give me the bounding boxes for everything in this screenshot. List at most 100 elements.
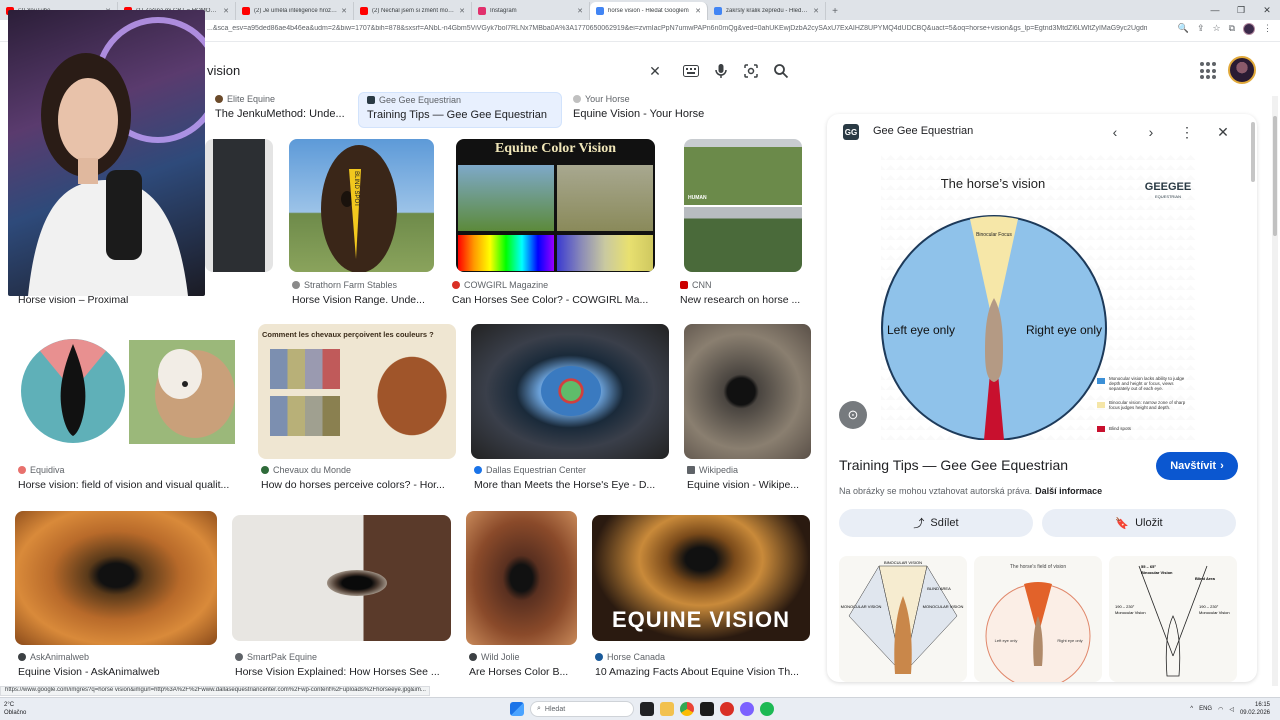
maximize-icon[interactable]: ❐	[1228, 0, 1254, 20]
tab-title: (2) Nechal jsem si změřit mozek...	[372, 8, 456, 14]
result-caption[interactable]: AskAnimalweb Equine Vision - AskAnimalweb	[18, 652, 218, 678]
result-caption[interactable]: SmartPak Equine Horse Vision Explained: H…	[235, 652, 450, 678]
result-caption[interactable]: Wild Jolie Are Horses Color B...	[469, 652, 579, 678]
horse-color-grid	[270, 396, 340, 436]
tab-close-icon[interactable]: ✕	[223, 7, 229, 15]
search-box[interactable]: vision ✕	[150, 56, 802, 86]
result-caption[interactable]: Strathorn Farm Stables Horse Vision Range…	[292, 280, 437, 306]
language-indicator[interactable]: ENG	[1199, 706, 1212, 712]
spotify-icon[interactable]	[760, 702, 774, 716]
browser-tab[interactable]: (2) Je umělá inteligence hrozba... ✕	[236, 2, 354, 20]
tab-close-icon[interactable]: ✕	[577, 7, 583, 15]
browser-tab[interactable]: zakrsly kralik zepredu - Hledat... ✕	[708, 2, 826, 20]
taskbar-search[interactable]: ⌕ Hledat	[530, 701, 634, 717]
next-icon[interactable]: ›	[1141, 122, 1161, 142]
result-caption[interactable]: CNN New research on horse ...	[680, 280, 808, 306]
result-image-cowgirl[interactable]: Equine Color Vision	[456, 139, 655, 272]
new-tab-button[interactable]: +	[826, 2, 844, 20]
related-image-2[interactable]: The horse's field of vision Left eye onl…	[974, 556, 1102, 682]
result-image-dallas-eye[interactable]	[471, 324, 669, 459]
visit-button[interactable]: Navštívit ›	[1156, 452, 1238, 480]
result-image-wildjolie[interactable]	[466, 511, 577, 645]
close-icon[interactable]: ✕	[645, 61, 665, 81]
url-text[interactable]: ...&sca_esv=a95ded86ae4b46ea&udm=2&biw=1…	[207, 25, 1147, 32]
extensions-icon[interactable]: ⧉	[1229, 23, 1235, 35]
panel-title[interactable]: Training Tips — Gee Gee Equestrian	[839, 457, 1068, 473]
result-caption[interactable]: Horse Canada 10 Amazing Facts About Equin…	[595, 652, 810, 678]
previous-icon[interactable]: ‹	[1105, 122, 1125, 142]
page-scrollbar[interactable]	[1272, 96, 1278, 686]
result-caption[interactable]: COWGIRL Magazine Can Horses See Color? - …	[452, 280, 657, 306]
tray-chevron-icon[interactable]: ^	[1190, 706, 1193, 712]
related-label: Monocular Vision	[1115, 610, 1146, 615]
task-view-icon[interactable]	[640, 702, 654, 716]
keyboard-icon[interactable]	[681, 61, 701, 81]
result-caption[interactable]: Chevaux du Monde How do horses perceive c…	[261, 465, 456, 491]
related-image-1[interactable]: BINOCULAR VISION BLIND AREA MONOCULAR VI…	[839, 556, 967, 682]
related-label: Blind Area	[1195, 576, 1216, 581]
tab-close-icon[interactable]: ✕	[341, 7, 347, 15]
panel-scrollbar[interactable]	[1251, 122, 1255, 182]
share-button[interactable]: ⤴ Sdílet	[839, 509, 1033, 537]
share-icon[interactable]: ⇪	[1197, 23, 1205, 35]
chip-gee-gee-equestrian[interactable]: Gee Gee Equestrian Training Tips — Gee G…	[358, 92, 562, 128]
more-options-icon[interactable]: ⋮	[1177, 122, 1197, 142]
result-image-strathorn[interactable]: BLIND SPOT	[289, 139, 434, 272]
result-image-cnn[interactable]: HUMAN	[684, 139, 802, 272]
browser-menu-icon[interactable]: ⋮	[1263, 23, 1272, 35]
result-source: COWGIRL Magazine	[452, 280, 657, 290]
messenger-icon[interactable]	[740, 702, 754, 716]
browser-profile-icon[interactable]	[1243, 23, 1255, 35]
clock[interactable]: 16:15 09.02.2026	[1240, 701, 1270, 717]
close-panel-icon[interactable]: ✕	[1213, 122, 1233, 142]
save-button[interactable]: 🔖 Uložit	[1042, 509, 1236, 537]
chrome-icon[interactable]	[680, 702, 694, 716]
related-image-3[interactable]: 55 – 65° Binocular Vision Blind Area 190…	[1109, 556, 1237, 682]
result-source-label: Dallas Equestrian Center	[486, 465, 587, 475]
result-caption[interactable]: Wikipedia Equine vision - Wikipe...	[687, 465, 811, 491]
result-image-proximal[interactable]	[205, 139, 273, 272]
result-image-chevaux[interactable]: Comment les chevaux perçoivent les coule…	[258, 324, 456, 459]
result-image-smartpak[interactable]	[232, 515, 451, 641]
tab-close-icon[interactable]: ✕	[459, 7, 465, 15]
browser-tab[interactable]: horse vision - Hledat Googlem ✕	[590, 2, 708, 20]
image-preview-panel: GG Gee Gee Equestrian ‹ › ⋮ ✕ The horse’…	[827, 114, 1257, 682]
horse-vision-diagram[interactable]: The horse’s vision GEEGEE EQUESTRIAN Bin…	[881, 150, 1195, 440]
more-info-link[interactable]: Další informace	[1035, 486, 1102, 496]
lens-icon[interactable]	[741, 61, 761, 81]
browser-tab[interactable]: Instagram ✕	[472, 2, 590, 20]
browser-tab[interactable]: (2) Nechal jsem si změřit mozek... ✕	[354, 2, 472, 20]
weather-widget[interactable]: 2°C Oblačno	[4, 701, 26, 717]
app-icon-red[interactable]	[720, 702, 734, 716]
wifi-icon[interactable]: ◠	[1218, 706, 1223, 713]
result-image-askanimalweb[interactable]	[15, 511, 217, 645]
result-title: Equine vision - Wikipe...	[687, 479, 800, 491]
panel-source-name[interactable]: Gee Gee Equestrian	[873, 125, 973, 137]
close-window-icon[interactable]: ✕	[1254, 0, 1280, 20]
chip-your-horse[interactable]: Your Horse Equine Vision - Your Horse	[573, 92, 773, 128]
chip-elite-equine[interactable]: Elite Equine The JenkuMethod: Unde...	[215, 92, 355, 128]
account-avatar[interactable]	[1228, 56, 1256, 84]
tab-close-icon[interactable]: ✕	[695, 7, 701, 15]
search-input[interactable]: vision	[207, 63, 240, 78]
windows-start-icon[interactable]	[510, 702, 524, 716]
legend-blind-spots: Blind spots	[1109, 426, 1132, 431]
file-explorer-icon[interactable]	[660, 702, 674, 716]
tab-close-icon[interactable]: ✕	[813, 7, 819, 15]
mic-icon[interactable]	[711, 61, 731, 81]
result-source: Wikipedia	[687, 465, 811, 475]
bookmark-star-icon[interactable]: ☆	[1212, 23, 1220, 35]
result-caption[interactable]: Equidiva Horse vision: field of vision an…	[18, 465, 240, 491]
result-image-equidiva[interactable]	[15, 324, 242, 459]
result-image-horsecanada[interactable]: EQUINE VISION	[592, 515, 810, 641]
volume-icon[interactable]: ◁	[1229, 706, 1234, 713]
zoom-icon[interactable]: 🔍	[1178, 23, 1189, 35]
google-apps-icon[interactable]	[1200, 62, 1218, 80]
result-caption[interactable]: Dallas Equestrian Center More than Meets …	[474, 465, 669, 491]
result-image-wikipedia-eye[interactable]	[684, 324, 811, 459]
result-title: New research on horse ...	[680, 294, 801, 306]
minimize-icon[interactable]: —	[1202, 0, 1228, 20]
search-icon[interactable]	[771, 61, 791, 81]
app-icon[interactable]	[700, 702, 714, 716]
google-lens-button[interactable]: ⊙	[839, 401, 867, 429]
